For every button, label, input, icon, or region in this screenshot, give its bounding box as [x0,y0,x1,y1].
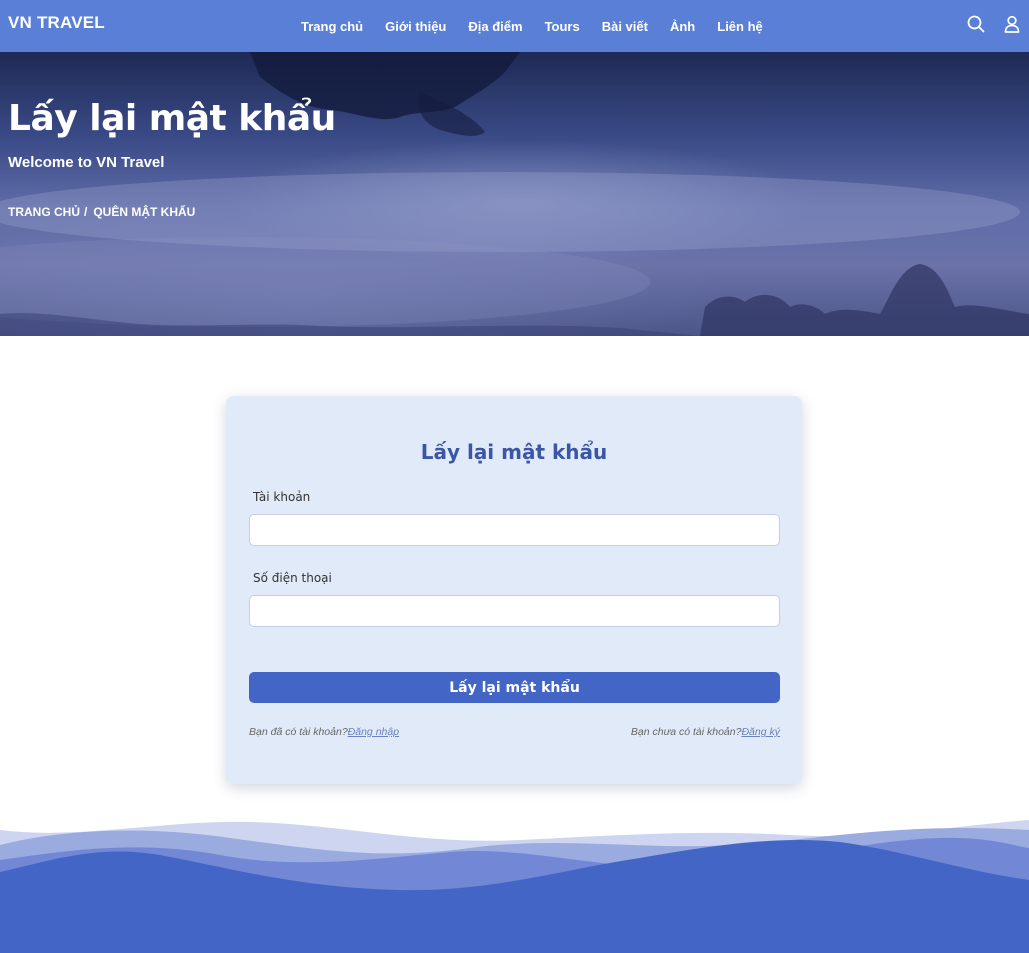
navbar: VN TRAVEL Trang chủ Giới thiệu Địa điểm … [0,0,1029,52]
nav-icons [951,13,1023,35]
account-label: Tài khoản [253,490,311,504]
register-prompt: Bạn chưa có tài khoản?Đăng ký [631,726,780,738]
nav-link-posts[interactable]: Bài viết [602,19,648,34]
login-prompt-text: Bạn đã có tài khoản? [249,726,348,738]
breadcrumb: TRANG CHỦ / QUÊN MẬT KHẨU [8,205,195,219]
login-link[interactable]: Đăng nhập [348,726,399,738]
account-input[interactable] [249,514,780,546]
nav-link-photos[interactable]: Ảnh [670,19,695,34]
search-icon[interactable] [965,13,987,35]
hero-title: Lấy lại mật khẩu [8,98,336,139]
hero-background-image [0,52,1029,336]
footer-waves [0,820,1029,953]
hero-subtitle: Welcome to VN Travel [8,154,165,171]
nav-link-tours[interactable]: Tours [545,19,580,34]
reset-password-button[interactable]: Lấy lại mật khẩu [249,672,780,703]
phone-label: Số điện thoại [253,571,332,585]
brand-logo[interactable]: VN TRAVEL [8,13,105,33]
nav-menu: Trang chủ Giới thiệu Địa điểm Tours Bài … [290,0,774,52]
breadcrumb-current: QUÊN MẬT KHẨU [93,205,196,219]
nav-link-about[interactable]: Giới thiệu [385,19,446,34]
phone-input[interactable] [249,595,780,627]
nav-link-contact[interactable]: Liên hệ [717,19,763,34]
forgot-password-card: Lấy lại mật khẩu Tài khoản Số điện thoại… [226,396,802,784]
hero-banner: Lấy lại mật khẩu Welcome to VN Travel TR… [0,52,1029,336]
form-title: Lấy lại mật khẩu [420,440,608,464]
login-prompt: Bạn đã có tài khoản?Đăng nhập [249,726,399,738]
register-prompt-text: Bạn chưa có tài khoản? [630,726,742,738]
user-icon[interactable] [1001,13,1023,35]
nav-link-destinations[interactable]: Địa điểm [468,19,522,34]
breadcrumb-separator: / [84,205,88,219]
breadcrumb-home[interactable]: TRANG CHỦ [8,205,80,219]
nav-link-home[interactable]: Trang chủ [301,19,363,34]
register-link[interactable]: Đăng ký [741,726,780,738]
